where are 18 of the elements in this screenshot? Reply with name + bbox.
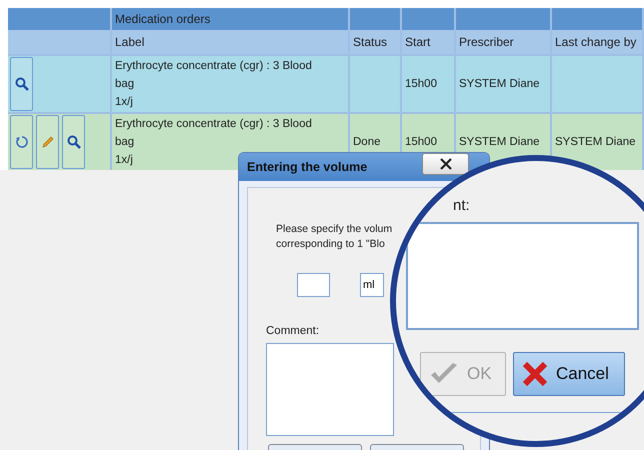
cell-text: SYSTEM Diane xyxy=(459,136,540,148)
label-line: 1x/j xyxy=(115,153,133,168)
label-line: Erythrocyte concentrate (cgr) : 3 Blood xyxy=(115,117,312,132)
comment-label: Comment: xyxy=(266,325,320,337)
label-line: 1x/j xyxy=(115,95,133,110)
field-label: nt: xyxy=(453,197,470,214)
dialog-title: Entering the volume xyxy=(247,160,368,174)
instruction-text: Please specify the volum corresponding to 1 "Blo xyxy=(276,222,392,252)
cell-text: 15h00 xyxy=(405,78,437,90)
cell-text: SYSTEM Diane xyxy=(459,78,540,90)
cancel-button[interactable]: Cancel xyxy=(513,352,625,396)
label-line: Erythrocyte concentrate (cgr) : 3 Blood xyxy=(115,59,312,74)
cell-text: SYSTEM Diane xyxy=(555,136,636,148)
cell-text: 15h00 xyxy=(405,136,437,148)
label-line: bag xyxy=(115,77,134,92)
unit-field[interactable]: ml xyxy=(360,273,384,297)
cell-text: Done xyxy=(353,136,380,148)
label-line: bag xyxy=(115,135,134,150)
